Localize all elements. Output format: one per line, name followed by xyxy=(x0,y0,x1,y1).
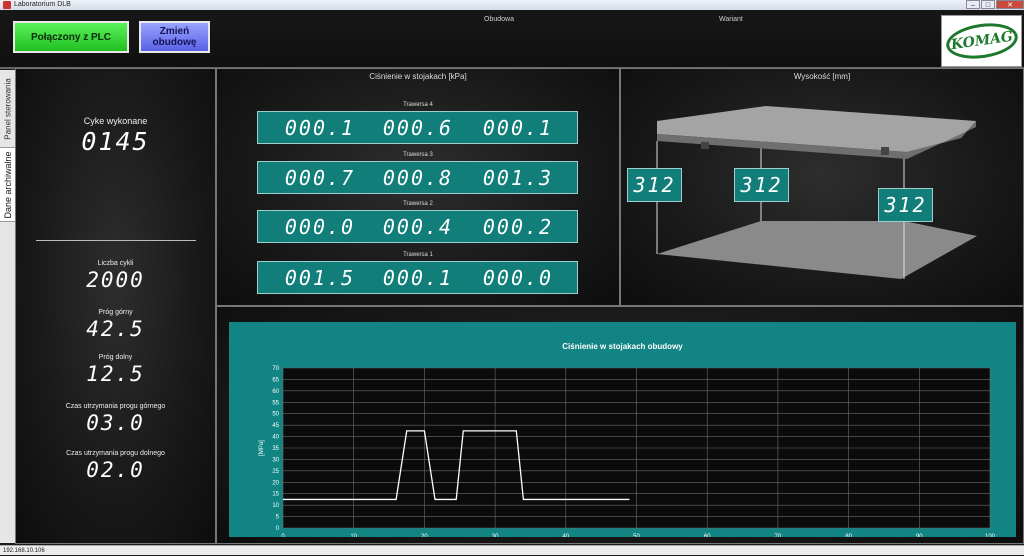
y-tick-label: 60 xyxy=(272,389,279,395)
status-bar-ip: 192.168.10.106 xyxy=(0,545,1024,555)
y-tick-label: 70 xyxy=(272,366,279,372)
tab-control-panel[interactable]: Panel sterowania xyxy=(0,70,15,148)
x-tick-label: 40 xyxy=(562,534,569,537)
change-support-label-2: obudowę xyxy=(152,37,197,48)
tab-archive-data-label: Dane archiwalne xyxy=(2,150,13,219)
tab-control-panel-label: Panel sterowania xyxy=(3,77,12,140)
traverse-1-value-2: 000.1 xyxy=(382,266,454,290)
cycles-done-label: Cyke wykonane xyxy=(83,116,148,126)
y-tick-label: 55 xyxy=(272,400,279,406)
pressure-panel: Ciśnienie w stojakach [kPa] Trawersa 4 0… xyxy=(216,68,620,306)
x-tick-label: 80 xyxy=(845,534,852,537)
x-tick-label: 70 xyxy=(775,534,782,537)
traverse-1-display: 001.5 000.1 000.0 xyxy=(257,261,578,294)
canopy-beam xyxy=(701,142,709,149)
obudowa-label: Obudowa xyxy=(484,16,514,23)
upper-hold-value: 03.0 xyxy=(86,411,145,435)
height-value-right: 312 xyxy=(878,188,933,222)
window-title: Laboratorium DLB xyxy=(14,1,71,8)
chart-panel: Ciśnienie w stojakach obudowy 0 10 20 30 40 5… xyxy=(216,306,1024,544)
cycle-count-value: 2000 xyxy=(86,268,145,292)
traverse-2-value-3: 000.2 xyxy=(482,215,554,239)
traverse-1-value-3: 000.0 xyxy=(482,266,554,290)
cycles-done-value: 0145 xyxy=(81,127,150,156)
traverse-2-value-1: 000.0 xyxy=(284,215,356,239)
lower-hold-value: 02.0 xyxy=(86,458,145,482)
traverse-2-display: 000.0 000.4 000.2 xyxy=(257,210,578,243)
y-tick-label: 35 xyxy=(272,446,279,452)
cycle-count-label: Liczba cykli xyxy=(97,260,134,267)
y-tick-label: 15 xyxy=(272,492,279,498)
y-tick-label: 30 xyxy=(272,457,279,463)
traverse-3-value-2: 000.8 xyxy=(382,166,454,190)
change-support-label-1: Zmień xyxy=(159,26,190,37)
upper-hold-label: Czas utrzymania progu górnego xyxy=(65,403,166,410)
minimize-button[interactable]: – xyxy=(966,0,980,9)
pressure-chart: Ciśnienie w stojakach obudowy 0 10 20 30 40 5… xyxy=(229,322,1016,537)
y-tick-label: 20 xyxy=(272,480,279,486)
maximize-button[interactable]: □ xyxy=(981,0,995,9)
y-tick-label: 40 xyxy=(272,435,279,441)
traverse-4-value-2: 000.6 xyxy=(382,116,454,140)
divider xyxy=(36,240,196,241)
upper-threshold-value: 42.5 xyxy=(86,317,145,341)
x-tick-label: 0 xyxy=(281,534,285,537)
wariant-label: Wariant xyxy=(719,16,743,23)
traverse-3-display: 000.7 000.8 001.3 xyxy=(257,161,578,194)
top-toolbar: Połączony z PLC Zmień obudowę Obudowa Wa… xyxy=(0,10,1024,69)
left-panel: Cyke wykonane 0145 Liczba cykli 2000 Pró… xyxy=(15,68,216,544)
lower-hold-label: Czas utrzymania progu dolnego xyxy=(66,450,165,457)
upper-threshold-label: Próg górny xyxy=(98,309,133,316)
y-tick-label: 25 xyxy=(272,469,279,475)
y-axis-label: [MPa] xyxy=(259,440,265,456)
traverse-4-display: 000.1 000.6 000.1 xyxy=(257,111,578,144)
traverse-4-value-1: 000.1 xyxy=(284,116,356,140)
traverse-3-value-1: 000.7 xyxy=(284,166,356,190)
y-tick-label: 45 xyxy=(272,423,279,429)
x-tick-label: 10 xyxy=(350,534,357,537)
y-tick-label: 50 xyxy=(272,412,279,418)
height-value-middle: 312 xyxy=(734,168,789,202)
y-tick-label: 5 xyxy=(276,515,280,521)
close-button[interactable]: ✕ xyxy=(996,0,1024,9)
y-tick-label: 10 xyxy=(272,503,279,509)
x-tick-label: 90 xyxy=(916,534,923,537)
height-panel: Wysokość [mm] 312 312 312 xyxy=(620,68,1024,306)
traverse-1-label: Trawersa 1 xyxy=(403,252,433,258)
traverse-3-value-3: 001.3 xyxy=(482,166,554,190)
komag-logo: KOMAG xyxy=(941,15,1022,67)
x-tick-label: 100 xyxy=(985,534,996,537)
x-tick-label: 20 xyxy=(421,534,428,537)
chart-svg: 0 10 20 30 40 50 60 70 80 90 100 0 5 10 15 20 25 30 35 40 45… xyxy=(259,366,996,537)
vertical-tab-strip: Panel sterowania Dane archiwalne xyxy=(0,70,16,543)
app-icon xyxy=(3,1,11,9)
logo-oval: KOMAG xyxy=(943,19,1020,63)
tab-archive-data[interactable]: Dane archiwalne xyxy=(0,148,15,222)
traverse-2-value-2: 000.4 xyxy=(382,215,454,239)
traverse-4-value-3: 000.1 xyxy=(482,116,554,140)
logo-text: KOMAG xyxy=(949,28,1014,54)
height-value-left: 312 xyxy=(627,168,682,202)
x-tick-label: 30 xyxy=(492,534,499,537)
traverse-3-label: Trawersa 3 xyxy=(403,152,433,158)
plc-connected-button[interactable]: Połączony z PLC xyxy=(13,21,129,53)
lower-threshold-label: Próg dolny xyxy=(98,354,133,361)
traverse-4-label: Trawersa 4 xyxy=(403,102,433,108)
y-tick-label: 65 xyxy=(272,377,279,383)
floor-plate xyxy=(657,221,977,279)
traverse-1-value-1: 001.5 xyxy=(284,266,356,290)
x-tick-label: 60 xyxy=(704,534,711,537)
canopy-beam xyxy=(881,147,889,155)
change-support-button[interactable]: Zmień obudowę xyxy=(139,21,210,53)
x-tick-label: 50 xyxy=(633,534,640,537)
y-tick-label: 0 xyxy=(276,526,280,532)
pressure-panel-title: Ciśnienie w stojakach [kPa] xyxy=(369,72,467,81)
traverse-2-label: Trawersa 2 xyxy=(403,201,433,207)
lower-threshold-value: 12.5 xyxy=(86,362,145,386)
